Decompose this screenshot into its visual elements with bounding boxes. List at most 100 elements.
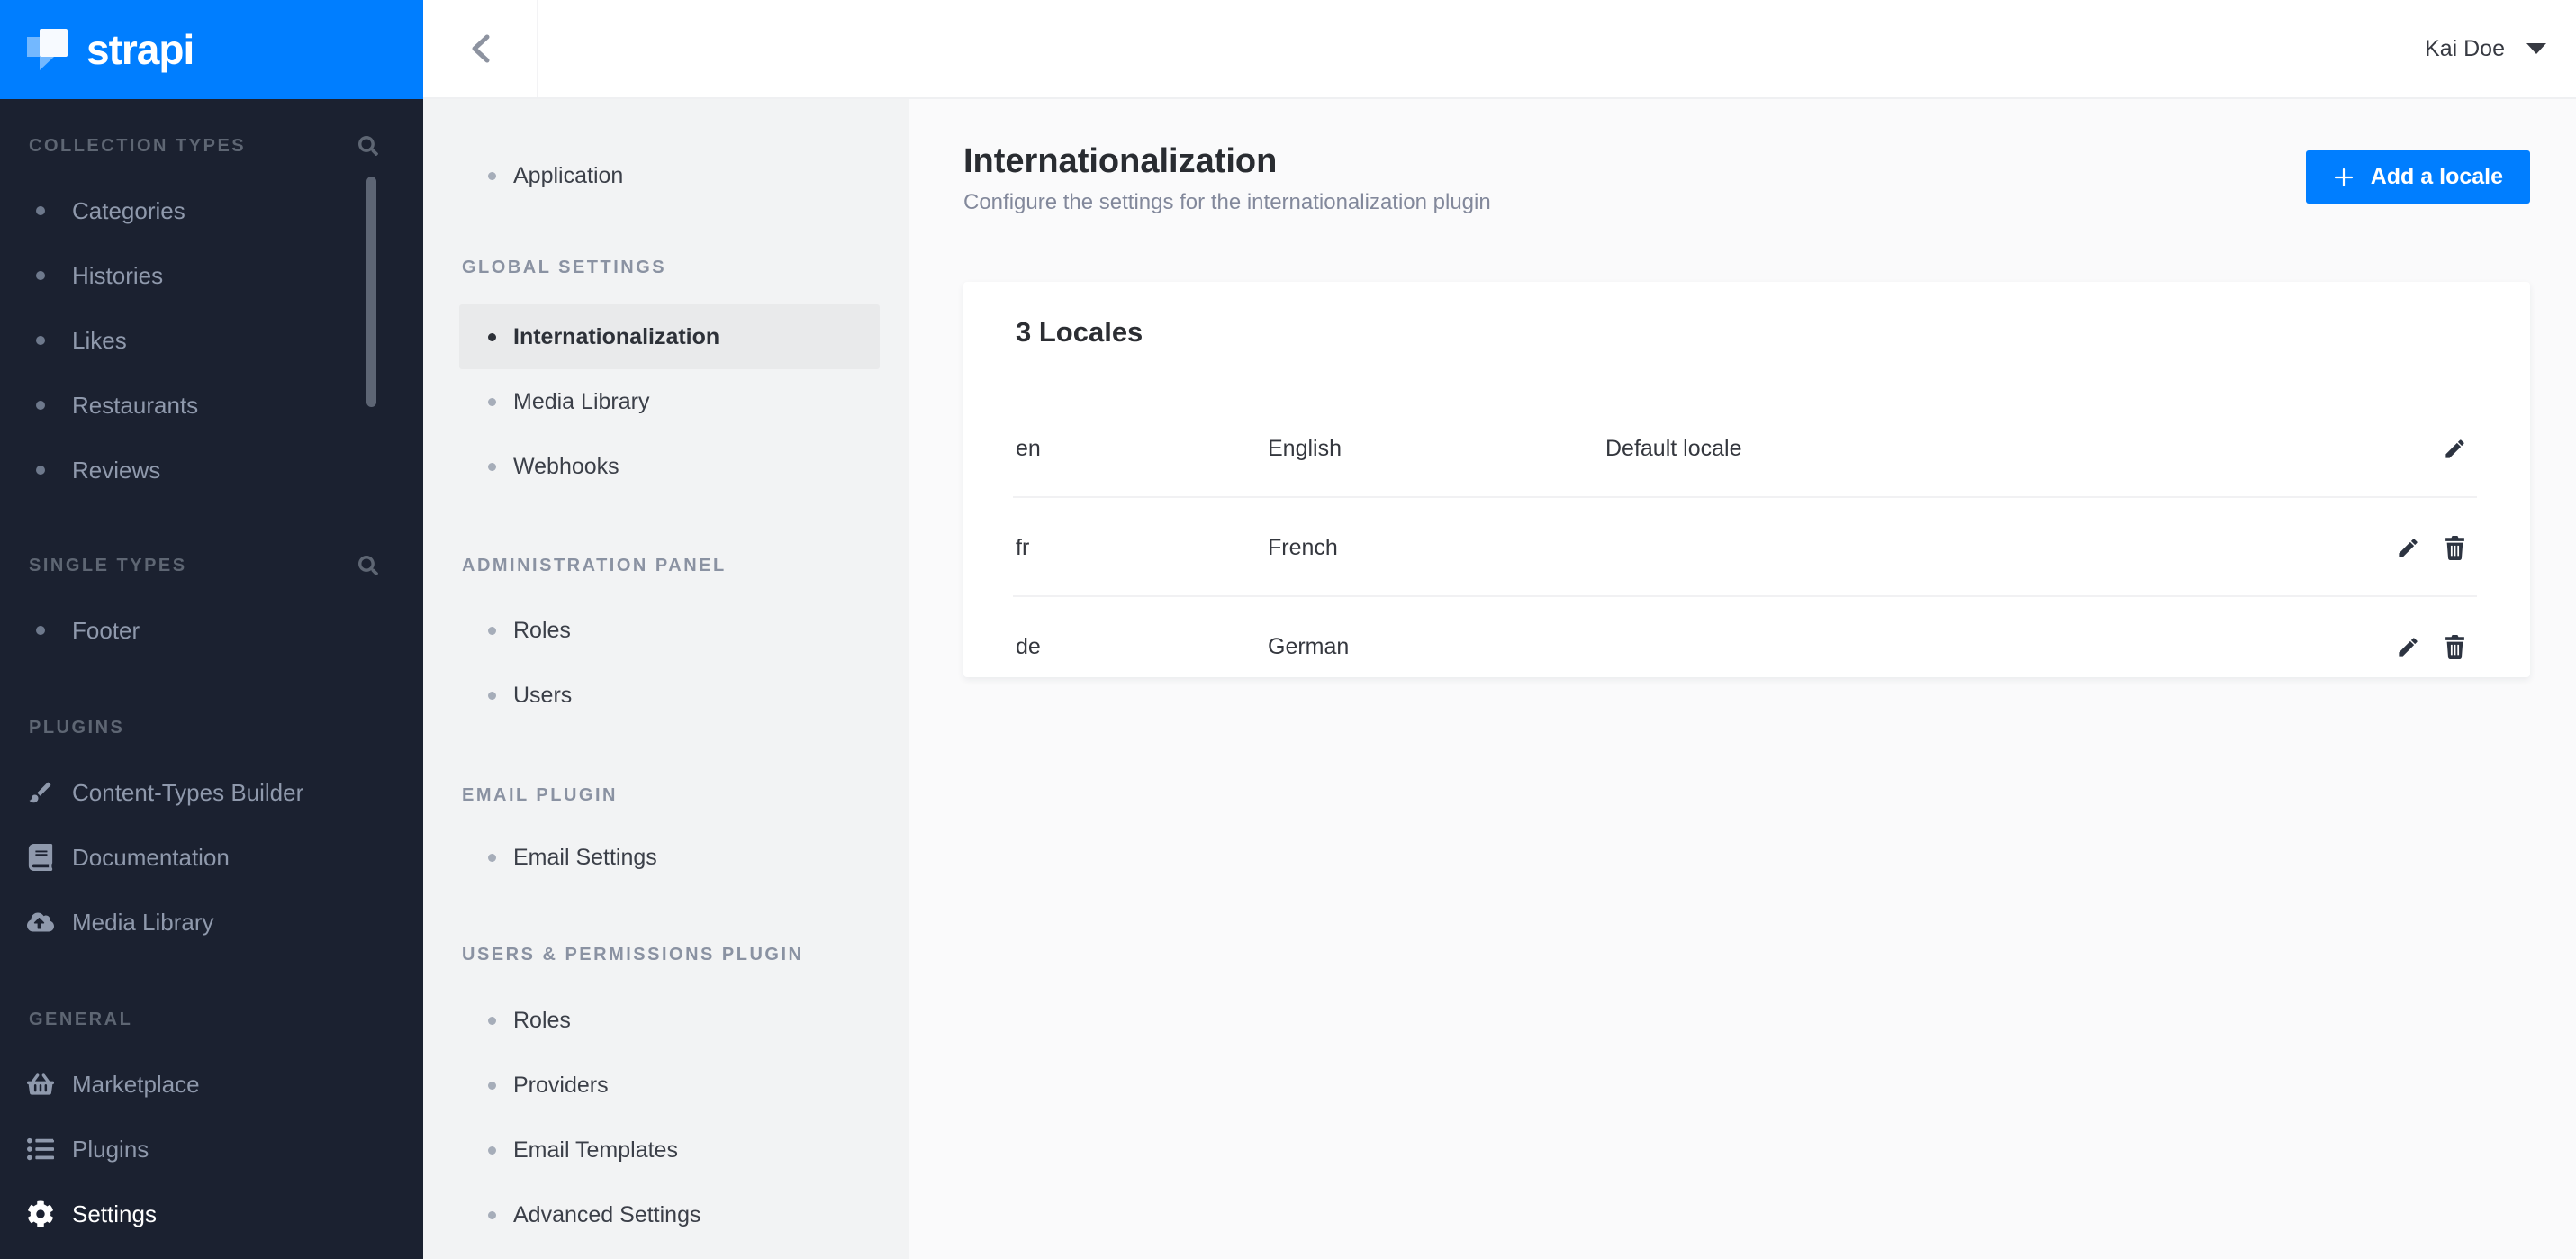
edit-locale-button[interactable] xyxy=(2394,633,2421,660)
bullet-icon xyxy=(36,336,45,345)
sidebar-item-reviews[interactable]: Reviews xyxy=(0,438,423,503)
search-icon[interactable] xyxy=(358,136,378,156)
locales-table: en English Default locale fr French de G… xyxy=(963,399,2530,677)
pencil-icon xyxy=(2398,637,2418,657)
plus-icon xyxy=(2334,168,2353,186)
locale-code: de xyxy=(1016,633,1041,659)
chevron-left-icon xyxy=(472,34,490,63)
edit-locale-button[interactable] xyxy=(2441,435,2468,462)
bullet-icon xyxy=(488,1146,496,1155)
trash-icon xyxy=(2445,634,2464,659)
settings-section-global-settings: GLOBAL SETTINGS xyxy=(462,257,667,277)
bullet-icon xyxy=(488,171,496,180)
settings-item-application[interactable]: Application xyxy=(423,143,909,208)
section-header-single-types: SINGLE TYPES xyxy=(0,546,423,585)
row-actions xyxy=(2394,534,2468,561)
settings-item-webhooks[interactable]: Webhooks xyxy=(423,434,909,499)
gear-icon xyxy=(25,1200,56,1227)
locale-name: English xyxy=(1268,435,1342,461)
pencil-icon xyxy=(2398,538,2418,557)
locale-row-en: en English Default locale xyxy=(963,399,2530,498)
strapi-logo-text: strapi xyxy=(86,26,194,73)
strapi-logo[interactable]: strapi xyxy=(0,0,423,99)
edit-locale-button[interactable] xyxy=(2394,534,2421,561)
search-icon[interactable] xyxy=(358,556,378,575)
default-locale-label: Default locale xyxy=(1605,435,1742,461)
locales-card-title: 3 Locales xyxy=(1016,316,1143,348)
bullet-icon xyxy=(36,401,45,410)
bullet-icon xyxy=(36,626,45,635)
settings-item-email-settings[interactable]: Email Settings xyxy=(423,825,909,890)
brush-icon xyxy=(25,779,56,806)
book-icon xyxy=(25,844,56,871)
sidebar-item-content-types-builder[interactable]: Content-Types Builder xyxy=(0,760,423,825)
settings-section-administration-panel: ADMINISTRATION PANEL xyxy=(462,555,727,575)
add-locale-button[interactable]: Add a locale xyxy=(2305,150,2530,204)
bullet-icon xyxy=(488,397,496,406)
sidebar-item-marketplace[interactable]: Marketplace xyxy=(0,1052,423,1117)
bullet-icon xyxy=(488,1210,496,1219)
main-sidebar: strapi COLLECTION TYPES Categories Histo… xyxy=(0,0,423,1259)
row-actions xyxy=(2394,633,2468,660)
locale-name: German xyxy=(1268,633,1350,659)
topbar: Kai Doe xyxy=(423,0,2576,99)
bullet-icon xyxy=(488,853,496,862)
sidebar-item-documentation[interactable]: Documentation xyxy=(0,825,423,890)
settings-item-media-library[interactable]: Media Library xyxy=(423,369,909,434)
settings-section-users-permissions-plugin: USERS & PERMISSIONS PLUGIN xyxy=(462,944,804,965)
bullet-icon xyxy=(488,1016,496,1025)
settings-item-up-roles[interactable]: Roles xyxy=(423,988,909,1053)
bullet-icon xyxy=(488,1081,496,1090)
sidebar-item-restaurants[interactable]: Restaurants xyxy=(0,373,423,438)
settings-item-internationalization[interactable]: Internationalization xyxy=(459,304,880,369)
row-actions xyxy=(2441,435,2468,462)
sidebar-item-histories[interactable]: Histories xyxy=(0,243,423,308)
caret-down-icon xyxy=(2526,43,2546,54)
bullet-icon xyxy=(488,691,496,700)
locale-row-fr: fr French xyxy=(963,498,2530,597)
bullet-icon xyxy=(36,271,45,280)
sidebar-item-plugins[interactable]: Plugins xyxy=(0,1117,423,1182)
delete-locale-button[interactable] xyxy=(2441,534,2468,561)
cloud-upload-icon xyxy=(25,909,56,936)
sidebar-item-likes[interactable]: Likes xyxy=(0,308,423,373)
section-header-collection-types: COLLECTION TYPES xyxy=(0,126,423,166)
locale-row-de: de German xyxy=(963,597,2530,696)
page-subtitle: Configure the settings for the internati… xyxy=(963,190,1491,214)
bullet-icon xyxy=(36,206,45,215)
settings-sidebar: Application GLOBAL SETTINGS Internationa… xyxy=(423,99,909,1259)
sidebar-item-media-library[interactable]: Media Library xyxy=(0,890,423,955)
settings-section-email-plugin: EMAIL PLUGIN xyxy=(462,784,618,805)
locales-card: 3 Locales en English Default locale fr F… xyxy=(963,282,2530,677)
user-name: Kai Doe xyxy=(2425,35,2505,61)
page-header: Internationalization Configure the setti… xyxy=(963,142,1491,215)
locale-code: fr xyxy=(1016,534,1030,560)
pencil-icon xyxy=(2445,439,2464,458)
bullet-icon xyxy=(488,626,496,635)
locale-code: en xyxy=(1016,435,1041,461)
section-header-plugins: PLUGINS xyxy=(29,717,125,738)
sidebar-item-categories[interactable]: Categories xyxy=(0,178,423,243)
sidebar-item-footer[interactable]: Footer xyxy=(0,598,423,663)
settings-item-providers[interactable]: Providers xyxy=(423,1053,909,1118)
page-title: Internationalization xyxy=(963,142,1278,180)
user-menu[interactable]: Kai Doe xyxy=(2425,36,2576,62)
sidebar-item-settings[interactable]: Settings xyxy=(0,1182,423,1246)
trash-icon xyxy=(2445,535,2464,560)
strapi-logo-icon xyxy=(27,29,70,70)
settings-item-admin-roles[interactable]: Roles xyxy=(423,598,909,663)
back-button[interactable] xyxy=(423,0,538,97)
sidebar-scrollbar[interactable] xyxy=(366,177,376,407)
settings-item-email-templates[interactable]: Email Templates xyxy=(423,1118,909,1182)
bullet-icon xyxy=(36,466,45,475)
main-content: Internationalization Configure the setti… xyxy=(909,99,2576,1259)
section-header-general: GENERAL xyxy=(29,1009,133,1029)
basket-icon xyxy=(25,1071,56,1098)
delete-locale-button[interactable] xyxy=(2441,633,2468,660)
settings-item-advanced-settings[interactable]: Advanced Settings xyxy=(423,1182,909,1247)
bullet-icon xyxy=(488,332,496,341)
list-icon xyxy=(25,1136,56,1163)
settings-item-admin-users[interactable]: Users xyxy=(423,663,909,728)
locale-name: French xyxy=(1268,534,1338,560)
bullet-icon xyxy=(488,462,496,471)
